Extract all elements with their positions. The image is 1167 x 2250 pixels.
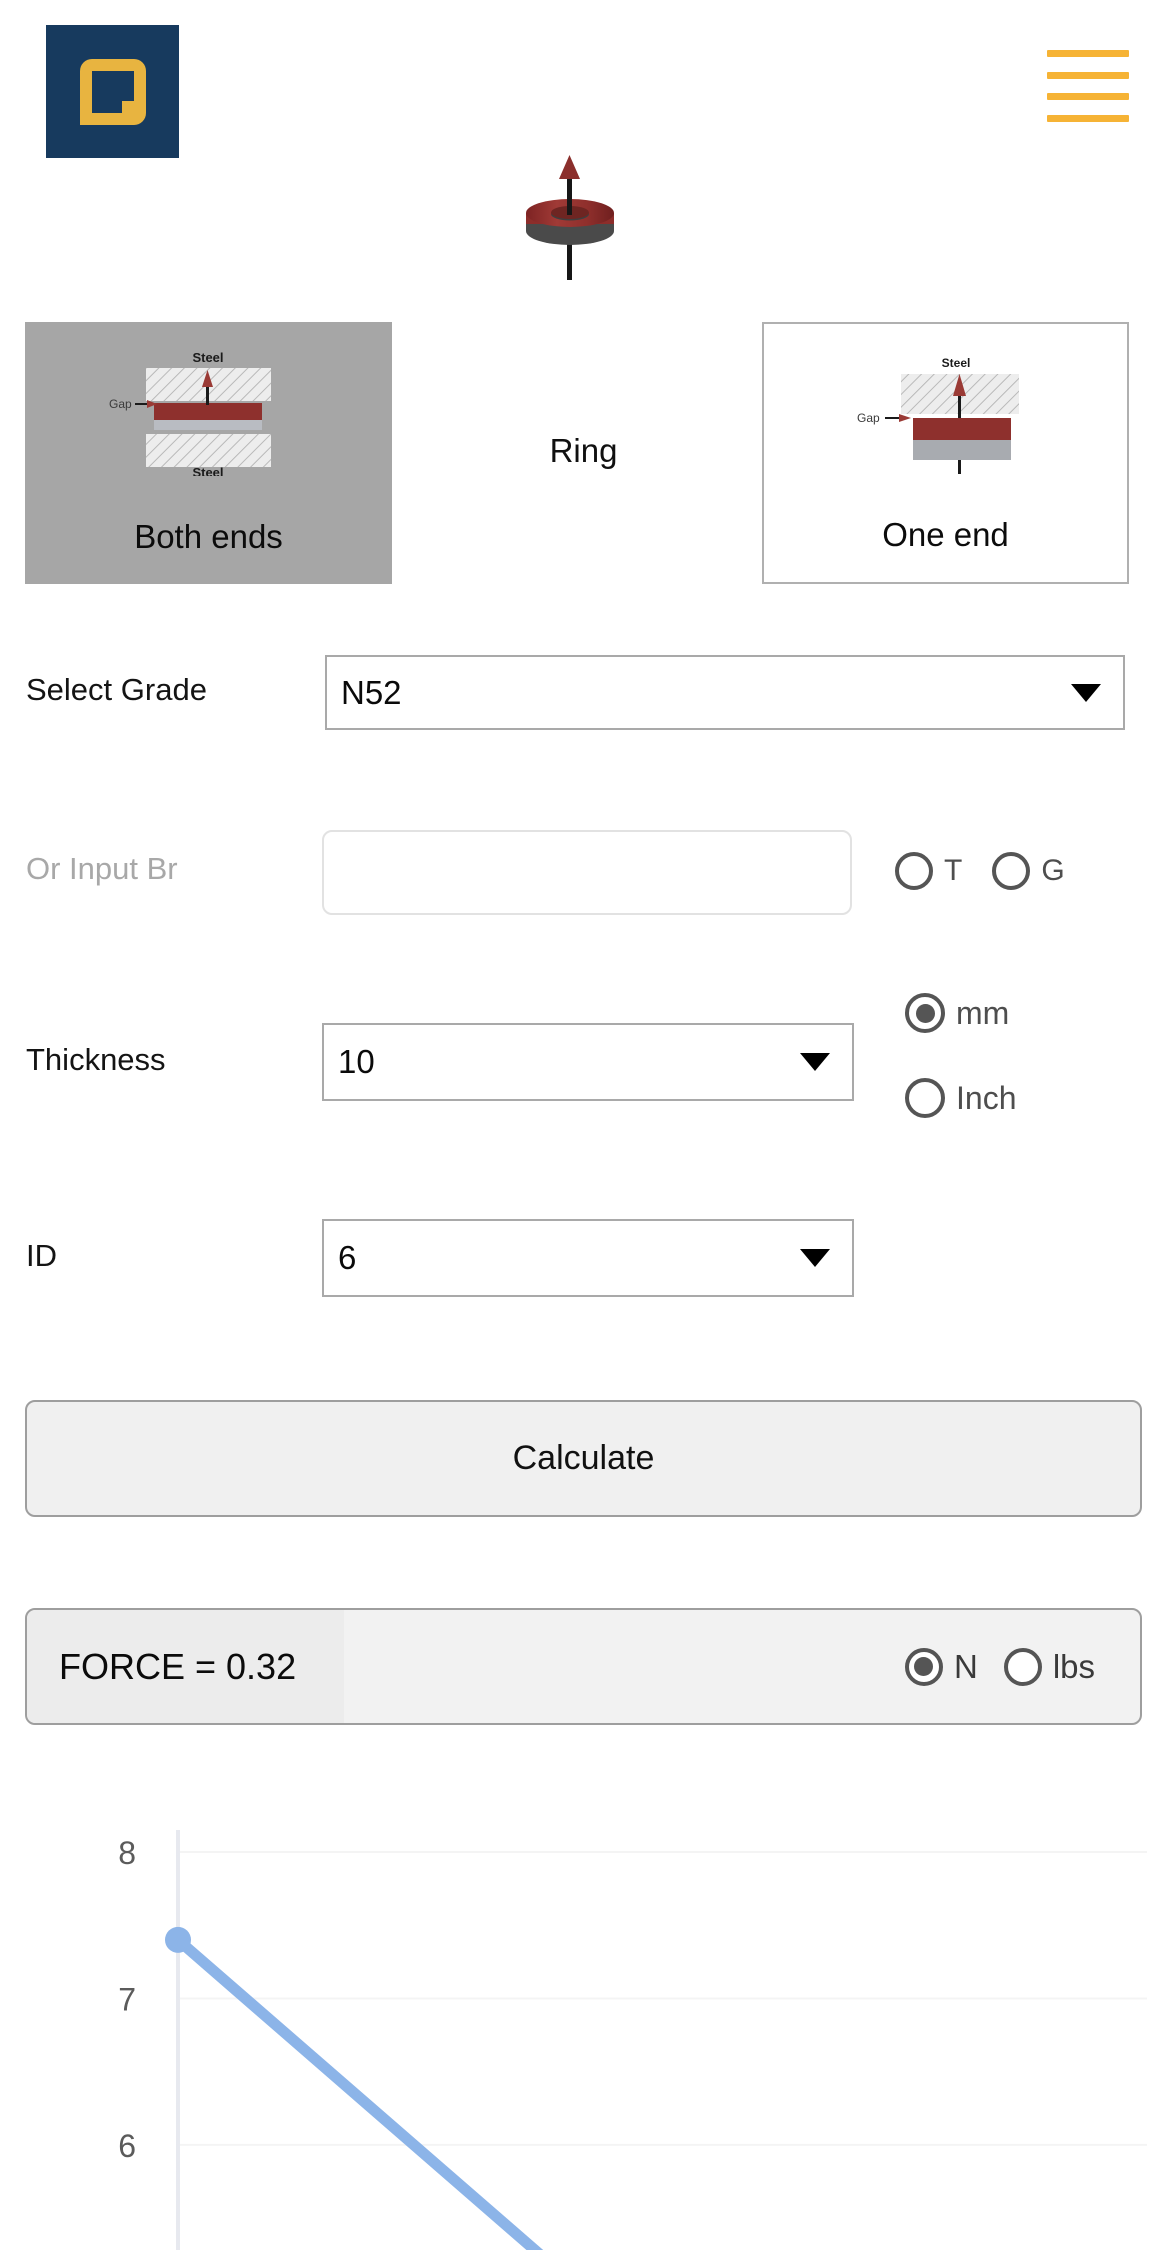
- menu-line: [1047, 93, 1129, 101]
- br-unit-option-t[interactable]: T: [895, 852, 962, 890]
- brand-logo[interactable]: [46, 25, 179, 158]
- chevron-down-icon: [800, 1249, 830, 1267]
- chevron-down-icon: [800, 1053, 830, 1071]
- hamburger-menu-icon[interactable]: [1047, 50, 1129, 122]
- id-label: ID: [26, 1238, 57, 1273]
- br-unit-label-t: T: [944, 854, 963, 887]
- radio-circle-icon: [895, 852, 933, 890]
- force-unit-radio-group: N lbs: [904, 1647, 1095, 1686]
- ring-magnet-illustration: [495, 155, 645, 280]
- svg-text:8: 8: [118, 1835, 136, 1871]
- force-result-box: FORCE = 0.32 N lbs: [25, 1608, 1142, 1725]
- radio-circle-selected-icon: [905, 993, 945, 1033]
- parameters-form: Select Grade N52 Or Input Br T G Thickne…: [0, 655, 1167, 1689]
- force-unit-option-lbs[interactable]: lbs: [1003, 1647, 1095, 1686]
- svg-text:7: 7: [118, 1981, 136, 2017]
- calculate-button-label: Calculate: [512, 1439, 655, 1477]
- svg-text:Gap: Gap: [109, 397, 132, 411]
- option-label-one-end: One end: [882, 516, 1009, 553]
- dimension-unit-label-mm: mm: [956, 994, 1010, 1031]
- dimension-unit-option-inch[interactable]: Inch: [905, 1078, 1016, 1118]
- app-root: Steel Steel Gap Both ends Steel Gap One …: [0, 0, 1167, 2250]
- svg-text:6: 6: [118, 2128, 136, 2164]
- br-unit-label-g: G: [1041, 854, 1065, 887]
- brand-square-logo-icon: [79, 58, 146, 125]
- svg-text:Steel: Steel: [941, 356, 970, 370]
- force-unit-label-n: N: [953, 1647, 978, 1685]
- option-label-both-ends: Both ends: [134, 518, 283, 555]
- radio-circle-selected-icon: [904, 1647, 943, 1686]
- row-grade: Select Grade N52: [0, 655, 1167, 730]
- dimension-unit-label-inch: Inch: [956, 1079, 1017, 1116]
- row-br: Or Input Br T G: [0, 830, 1167, 915]
- grade-value: N52: [341, 673, 402, 711]
- radio-circle-icon: [1003, 1647, 1042, 1686]
- svg-text:Gap: Gap: [857, 411, 880, 425]
- menu-line: [1047, 114, 1129, 122]
- ring-magnet-3d-icon: [526, 155, 614, 280]
- id-value: 6: [338, 1239, 357, 1276]
- calculate-button[interactable]: Calculate: [25, 1400, 1142, 1517]
- shape-label: Ring: [549, 432, 618, 469]
- br-input[interactable]: [322, 830, 852, 915]
- chart-canvas: 8765: [118, 1830, 1147, 2250]
- thickness-value: 10: [338, 1043, 375, 1080]
- id-select[interactable]: 6: [322, 1219, 854, 1297]
- row-id: ID 6: [0, 1219, 1167, 1297]
- radio-circle-icon: [905, 1078, 945, 1118]
- svg-text:Steel: Steel: [192, 350, 223, 365]
- force-result-text: FORCE = 0.32: [59, 1645, 297, 1687]
- force-unit-label-lbs: lbs: [1052, 1647, 1095, 1685]
- br-label: Or Input Br: [26, 851, 178, 886]
- force-unit-option-n[interactable]: N: [904, 1647, 978, 1686]
- menu-line: [1047, 71, 1129, 79]
- thickness-label: Thickness: [26, 1042, 166, 1077]
- br-unit-option-g[interactable]: G: [992, 852, 1065, 890]
- radio-circle-icon: [992, 852, 1031, 890]
- dimension-unit-option-mm[interactable]: mm: [905, 993, 1009, 1033]
- menu-line: [1047, 50, 1129, 57]
- app-header: [0, 0, 1167, 180]
- br-unit-radio-group: T G: [895, 852, 1065, 890]
- chevron-down-icon: [1071, 683, 1101, 702]
- thickness-select[interactable]: 10: [322, 1023, 854, 1101]
- grade-select[interactable]: N52: [325, 655, 1125, 730]
- grade-label: Select Grade: [26, 672, 207, 707]
- force-vs-gap-chart: 8765: [0, 1790, 1167, 2250]
